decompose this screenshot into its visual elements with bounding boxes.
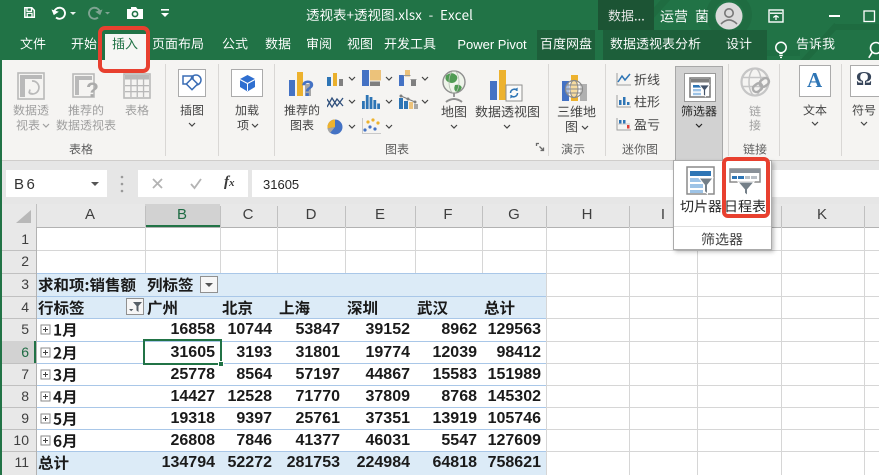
- svg-text:?: ?: [86, 79, 99, 100]
- svg-text:?: ?: [301, 76, 314, 98]
